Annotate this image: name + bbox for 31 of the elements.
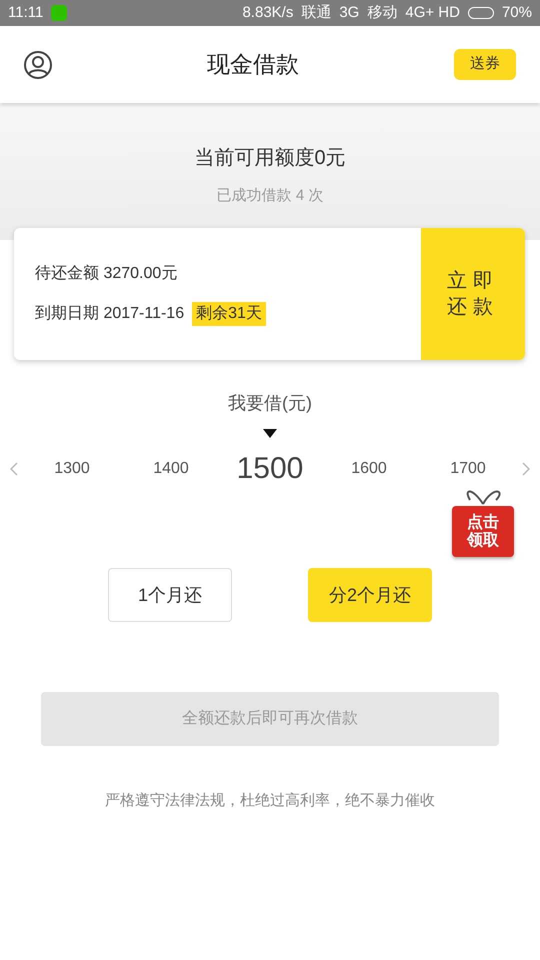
amount-option[interactable]: 1600 — [324, 456, 414, 480]
pointer-triangle-icon — [263, 429, 277, 438]
gift-box-button[interactable]: 点击领取 — [452, 506, 514, 558]
carrier-name: 联通 — [301, 2, 332, 23]
network-type: 3G — [339, 2, 360, 23]
loan-count-text: 已成功借款 4 次 — [216, 186, 324, 206]
amount-option[interactable]: 1300 — [27, 456, 117, 480]
battery-percent: 70% — [502, 2, 532, 23]
amount-due-text: 待还金额 3270.00元 — [35, 264, 178, 284]
carrier-name: 移动 — [367, 2, 398, 23]
status-time: 11:11 — [8, 2, 44, 23]
chevron-right-icon[interactable] — [522, 462, 530, 476]
repayment-plan-option[interactable]: 1个月还 — [108, 568, 232, 622]
network-type: 4G+ HD — [405, 2, 460, 23]
quota-title: 当前可用额度0元 — [194, 146, 346, 171]
chat-app-icon — [51, 5, 68, 21]
coupon-button[interactable]: 送券 — [454, 49, 516, 80]
due-date-text: 到期日期 2017-11-16 — [35, 304, 184, 324]
amount-option[interactable]: 1400 — [126, 456, 216, 480]
footer-note: 严格遵守法律法规，杜绝过高利率，绝不暴力催收 — [104, 791, 436, 811]
user-profile-icon[interactable] — [24, 50, 52, 78]
page-title: 现金借款 — [206, 50, 300, 80]
amount-option[interactable]: 1700 — [423, 456, 513, 480]
borrow-label: 我要借(元) — [228, 392, 312, 415]
repayment-plan-option[interactable]: 分2个月还 — [308, 568, 432, 622]
battery-icon — [468, 7, 494, 19]
chevron-left-icon[interactable] — [10, 462, 18, 476]
remaining-days-badge: 剩余31天 — [192, 302, 266, 326]
network-speed: 8.83K/s — [242, 2, 294, 23]
amount-option[interactable]: 1500 — [225, 446, 315, 491]
repay-now-button[interactable]: 立即还款 — [421, 228, 525, 360]
